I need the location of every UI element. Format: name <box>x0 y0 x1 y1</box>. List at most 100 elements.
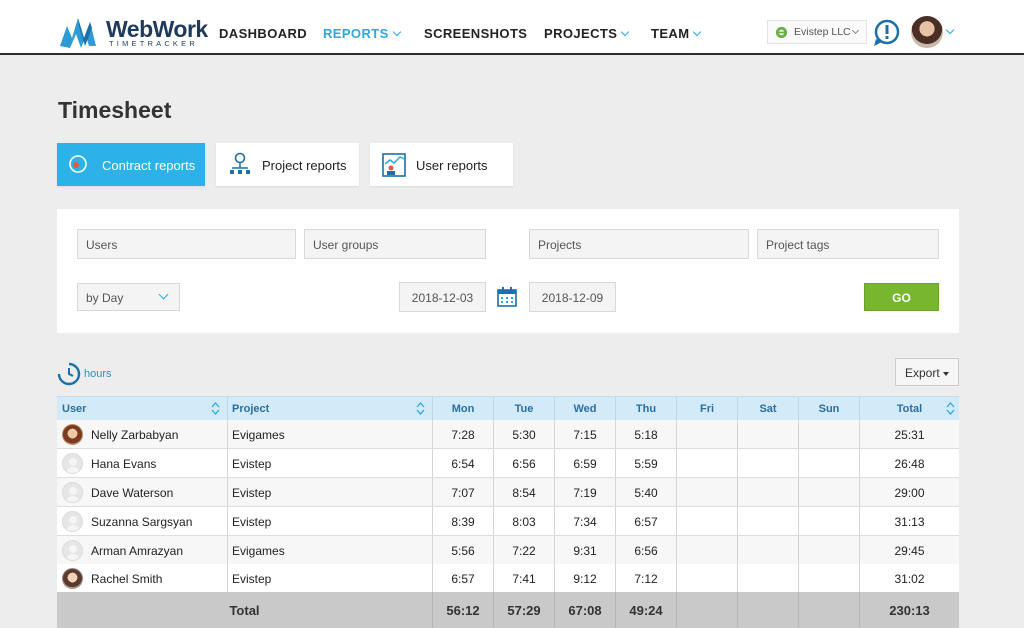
sat-cell <box>737 420 798 448</box>
column-header-wed: Wed <box>554 397 615 420</box>
fri-cell <box>676 478 737 506</box>
user-groups-filter[interactable]: User groups <box>304 229 486 259</box>
hours-label: hours <box>84 368 112 380</box>
mon-cell: 6:54 <box>432 449 493 477</box>
company-icon <box>775 26 788 39</box>
sun-cell <box>798 564 859 592</box>
thu-cell: 7:12 <box>615 564 676 592</box>
sat-cell <box>737 449 798 477</box>
export-button[interactable]: Export <box>895 358 959 386</box>
user-cell[interactable]: Rachel Smith <box>57 564 227 592</box>
wed-total: 67:08 <box>554 592 615 628</box>
column-header-project[interactable]: Project <box>227 397 432 420</box>
column-header-fri: Fri <box>676 397 737 420</box>
mon-total: 56:12 <box>432 592 493 628</box>
project-cell: Evigames <box>227 536 432 564</box>
table-row: Nelly Zarbabyan Evigames 7:28 5:30 7:15 … <box>57 420 959 449</box>
wed-cell: 9:12 <box>554 564 615 592</box>
user-cell[interactable]: Dave Waterson <box>57 478 227 506</box>
project-cell: Evistep <box>227 564 432 592</box>
sort-icon <box>946 402 955 415</box>
column-header-tue: Tue <box>493 397 554 420</box>
total-cell: 26:48 <box>859 449 959 477</box>
tab-label: Project reports <box>262 158 347 173</box>
total-cell: 31:13 <box>859 507 959 535</box>
totals-row: Total 56:12 57:29 67:08 49:24 230:13 <box>57 592 959 628</box>
date-from-input[interactable]: 2018-12-03 <box>399 282 486 312</box>
user-cell[interactable]: Hana Evans <box>57 449 227 477</box>
sat-cell <box>737 478 798 506</box>
column-header-total[interactable]: Total <box>859 397 959 420</box>
user-avatar <box>62 424 83 445</box>
filters-panel: Users User groups Projects Project tags … <box>57 209 959 333</box>
user-avatar <box>62 511 83 532</box>
tue-cell: 8:54 <box>493 478 554 506</box>
nav-screenshots[interactable]: SCREENSHOTS <box>424 26 527 41</box>
company-selector[interactable]: Evistep LLC <box>767 20 867 44</box>
column-header-sun: Sun <box>798 397 859 420</box>
user-report-icon <box>382 153 406 177</box>
sun-cell <box>798 420 859 448</box>
table-row: Arman Amrazyan Evigames 5:56 7:22 9:31 6… <box>57 536 959 565</box>
thu-cell: 6:56 <box>615 536 676 564</box>
go-button[interactable]: GO <box>864 283 939 311</box>
top-navigation-bar: WebWork TIMETRACKER DASHBOARD REPORTS SC… <box>0 0 1024 55</box>
wed-cell: 6:59 <box>554 449 615 477</box>
webwork-logo[interactable]: WebWork TIMETRACKER <box>58 12 208 52</box>
tue-cell: 7:41 <box>493 564 554 592</box>
thu-cell: 5:40 <box>615 478 676 506</box>
date-to-input[interactable]: 2018-12-09 <box>529 282 616 312</box>
sort-icon <box>211 402 220 415</box>
tab-contract-reports[interactable]: Contract reports <box>57 143 205 186</box>
user-cell[interactable]: Nelly Zarbabyan <box>57 420 227 448</box>
mon-cell: 8:39 <box>432 507 493 535</box>
logo-icon <box>60 18 96 48</box>
caret-down-icon <box>943 372 949 376</box>
sun-cell <box>798 507 859 535</box>
nav-reports[interactable]: REPORTS <box>323 26 401 41</box>
users-filter[interactable]: Users <box>77 229 296 259</box>
alert-icon[interactable] <box>872 17 902 47</box>
column-header-user[interactable]: User <box>57 397 227 420</box>
chevron-down-icon <box>621 27 630 37</box>
column-header-mon: Mon <box>432 397 493 420</box>
sat-total <box>737 592 798 628</box>
nav-dashboard[interactable]: DASHBOARD <box>219 26 307 41</box>
calendar-icon[interactable] <box>497 287 517 307</box>
contract-icon <box>69 155 87 173</box>
wed-cell: 9:31 <box>554 536 615 564</box>
user-avatar[interactable] <box>911 16 943 48</box>
fri-cell <box>676 564 737 592</box>
totals-label: Total <box>229 603 260 618</box>
project-cell: Evistep <box>227 449 432 477</box>
period-select[interactable]: by Day <box>77 283 180 311</box>
mon-cell: 7:28 <box>432 420 493 448</box>
user-cell[interactable]: Arman Amrazyan <box>57 536 227 564</box>
mon-cell: 7:07 <box>432 478 493 506</box>
user-cell[interactable]: Suzanna Sargsyan <box>57 507 227 535</box>
total-cell: 29:00 <box>859 478 959 506</box>
fri-cell <box>676 536 737 564</box>
sat-cell <box>737 507 798 535</box>
chevron-down-icon <box>693 27 702 37</box>
tue-cell: 8:03 <box>493 507 554 535</box>
thu-cell: 5:18 <box>615 420 676 448</box>
nav-team[interactable]: TEAM <box>651 26 702 41</box>
mon-cell: 6:57 <box>432 564 493 592</box>
tab-project-reports[interactable]: Project reports <box>216 143 359 186</box>
project-tags-filter[interactable]: Project tags <box>757 229 939 259</box>
chevron-down-icon[interactable] <box>945 25 955 35</box>
tab-user-reports[interactable]: User reports <box>370 143 513 186</box>
mon-cell: 5:56 <box>432 536 493 564</box>
sun-cell <box>798 478 859 506</box>
total-cell: 31:02 <box>859 564 959 592</box>
fri-cell <box>676 449 737 477</box>
table-row: Rachel Smith Evistep 6:57 7:41 9:12 7:12… <box>57 564 959 593</box>
projects-filter[interactable]: Projects <box>529 229 749 259</box>
column-header-sat: Sat <box>737 397 798 420</box>
chevron-down-icon <box>392 27 401 37</box>
table-header: User Project Mon Tue Wed Thu Fri Sat Sun… <box>57 396 959 420</box>
nav-projects[interactable]: PROJECTS <box>544 26 630 41</box>
sun-total <box>798 592 859 628</box>
sat-cell <box>737 536 798 564</box>
